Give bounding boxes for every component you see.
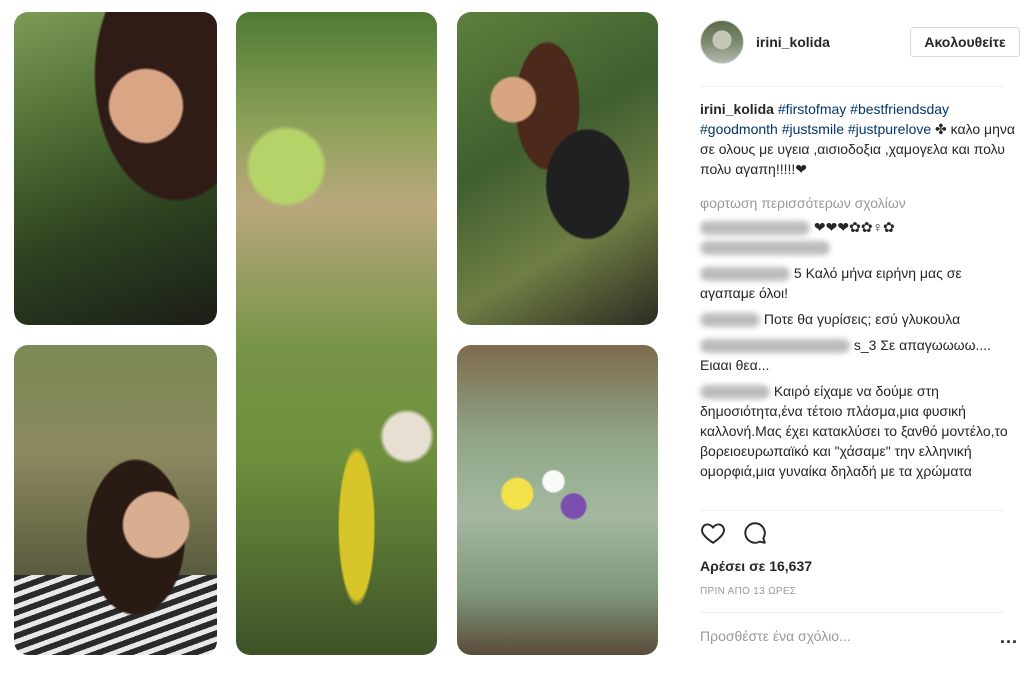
- blurred-username: [700, 221, 810, 236]
- hashtag-firstofmay[interactable]: #firstofmay: [778, 101, 846, 117]
- comment-divider: [700, 612, 1004, 613]
- collage-photo-smiling-woman: [14, 345, 217, 655]
- photo-collage[interactable]: [0, 0, 680, 674]
- post-username[interactable]: irini_kolida: [756, 34, 830, 50]
- hashtag-justsmile[interactable]: #justsmile: [782, 121, 844, 137]
- comment-text: Ποτε θα γυρίσεις; εσύ γλυκουλα: [763, 311, 961, 327]
- clover-symbol: ✤: [935, 121, 947, 137]
- collage-photo-flowers-table: [236, 12, 437, 655]
- post-actions: [700, 520, 768, 550]
- post-timestamp[interactable]: ΠΡΙΝ ΑΠΟ 13 ΩΡΕΣ: [700, 586, 796, 597]
- load-more-comments[interactable]: φορτωση περισσότερων σχολίων: [700, 193, 1018, 213]
- avatar[interactable]: [700, 20, 744, 64]
- actions-divider: [700, 510, 1004, 511]
- likes-count[interactable]: Αρέσει σε 16,637: [700, 558, 812, 574]
- post-side-panel: irini_kolida Ακολουθείτε irini_kolida #f…: [680, 0, 1024, 674]
- hashtag-goodmonth[interactable]: #goodmonth: [700, 121, 778, 137]
- comment: Ποτε θα γυρίσεις; εσύ γλυκουλα: [700, 309, 1018, 329]
- blurred-username: [700, 267, 790, 282]
- comment: Καιρό είχαμε να δούμε στη δημοσιότητα,έν…: [700, 381, 1018, 481]
- hashtag-bestfriendsday[interactable]: #bestfriendsday: [850, 101, 949, 117]
- comments-list: irini_kolida #firstofmay #bestfriendsday…: [700, 99, 1018, 487]
- hashtag-justpurelove[interactable]: #justpurelove: [848, 121, 931, 137]
- comment-text: ❤❤❤✿✿♀✿: [813, 219, 895, 235]
- comment: s_3 Σε απαγωωωω.... Ειααι θεα...: [700, 335, 1018, 375]
- collage-photo-selfie-bouquet: [14, 12, 217, 325]
- blurred-text: [700, 241, 830, 256]
- blurred-username: [700, 313, 760, 328]
- blurred-username: [700, 385, 770, 400]
- header-divider: [700, 86, 1004, 87]
- comment: 5 Καλό μήνα ειρήνη μας σε αγαπαμε όλοι!: [700, 263, 1018, 303]
- follow-button[interactable]: Ακολουθείτε: [910, 27, 1020, 57]
- collage-photo-sitting-woman: [457, 12, 658, 325]
- add-comment-input[interactable]: [700, 628, 970, 644]
- blurred-username: [700, 339, 850, 354]
- speech-bubble-icon[interactable]: [742, 520, 768, 546]
- caption-username[interactable]: irini_kolida: [700, 101, 774, 117]
- caption: irini_kolida #firstofmay #bestfriendsday…: [700, 99, 1018, 179]
- comment: ❤❤❤✿✿♀✿: [700, 217, 1018, 257]
- more-options-icon[interactable]: ...: [1000, 628, 1018, 646]
- post-header: irini_kolida Ακολουθείτε: [680, 0, 1024, 86]
- collage-photo-flower-wreath: [457, 345, 658, 655]
- heart-icon[interactable]: [700, 520, 726, 546]
